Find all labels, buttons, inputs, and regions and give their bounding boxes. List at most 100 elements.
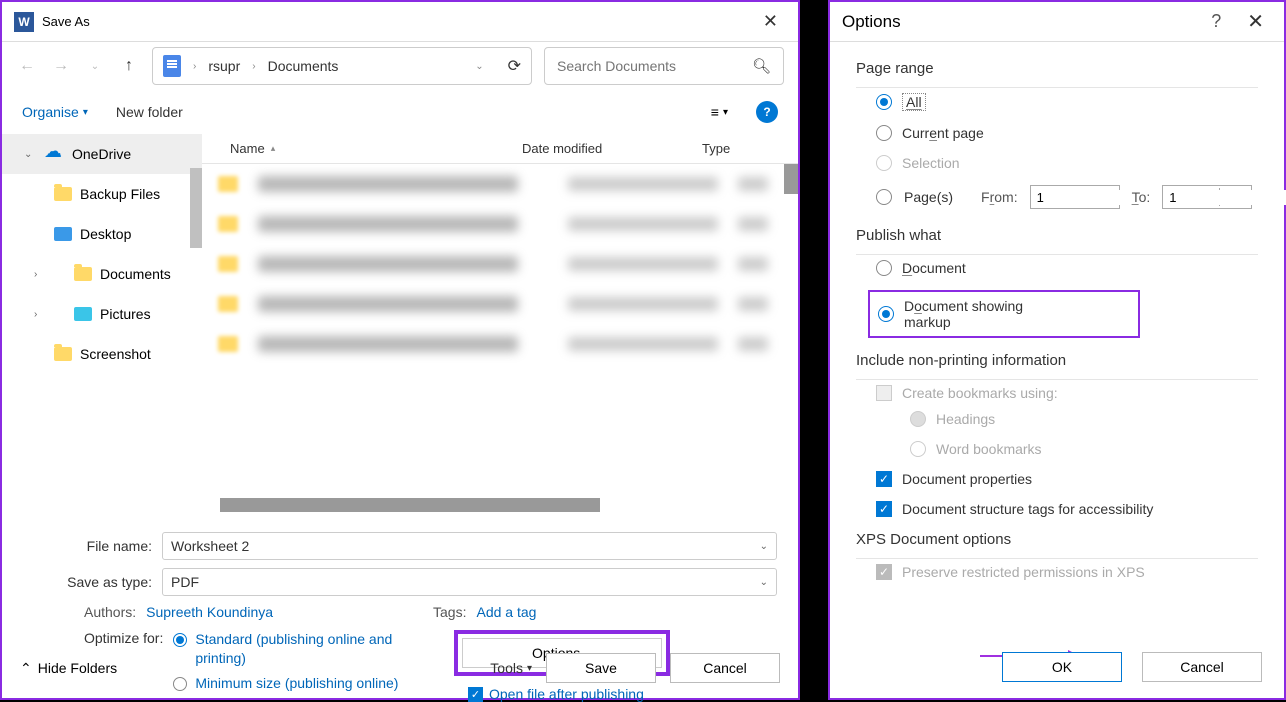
view-options-button[interactable]: ≡ ▾ — [711, 104, 728, 120]
sidebar-item-label: Screenshot — [80, 346, 151, 362]
filename-input[interactable]: Worksheet 2⌄ — [162, 532, 777, 560]
search-box[interactable]: 🔍︎ — [544, 47, 784, 85]
cancel-button[interactable]: Cancel — [670, 653, 780, 683]
folder-tree: ⌄OneDrive Backup Files Desktop › Document… — [2, 134, 202, 520]
preserve-xps-checkbox: ✓Preserve restricted permissions in XPS — [876, 564, 1258, 580]
tags-value[interactable]: Add a tag — [476, 604, 536, 620]
folder-icon — [54, 347, 72, 361]
list-item[interactable] — [202, 324, 798, 364]
save-as-dialog: W Save As ✕ ← → ⌄ ↑ › rsupr › Documents … — [0, 0, 800, 700]
tools-button[interactable]: Tools ▾ — [490, 660, 532, 676]
doc-properties-checkbox[interactable]: ✓Document properties — [876, 471, 1258, 487]
list-item[interactable] — [202, 204, 798, 244]
nav-recent-icon[interactable]: ⌄ — [84, 55, 106, 77]
page-range-all-radio[interactable]: All — [876, 93, 1258, 111]
scrollbar-vertical[interactable] — [784, 164, 798, 194]
nav-forward-icon[interactable]: → — [50, 55, 72, 77]
file-body: ⌄OneDrive Backup Files Desktop › Document… — [2, 134, 798, 520]
sidebar-item-label: Documents — [100, 266, 171, 282]
folder-icon — [74, 267, 92, 281]
authors-value[interactable]: Supreeth Koundinya — [146, 604, 273, 620]
chevron-right-icon: › — [252, 61, 255, 72]
radio-icon — [173, 633, 187, 647]
list-item[interactable] — [202, 164, 798, 204]
close-icon[interactable]: ✕ — [1239, 5, 1272, 38]
to-spinner[interactable]: ▲▼ — [1162, 185, 1252, 209]
help-icon[interactable]: ? — [756, 101, 778, 123]
page-range-selection-radio: Selection — [876, 155, 1258, 171]
bookmarks-headings-radio: Headings — [910, 411, 1258, 427]
column-headers: Name ▴ Date modified Type — [202, 134, 798, 164]
scrollbar-horizontal[interactable] — [220, 498, 600, 512]
sidebar-item-pictures[interactable]: ›Pictures — [2, 294, 202, 334]
sidebar-item-label: Desktop — [80, 226, 131, 242]
chevron-right-icon[interactable]: › — [34, 269, 46, 280]
page-range-current-radio[interactable]: Current page — [876, 125, 1258, 141]
publish-title: Publish what — [856, 227, 1258, 244]
toolbar-row: Organise ▾ New folder ≡ ▾ ? — [2, 90, 798, 134]
document-icon — [163, 55, 181, 77]
options-footer: OK Cancel — [1002, 652, 1262, 682]
nav-back-icon[interactable]: ← — [16, 55, 38, 77]
bookmarks-wordbm-radio: Word bookmarks — [910, 441, 1258, 457]
sidebar-item-label: Backup Files — [80, 186, 160, 202]
sidebar-item-screenshot[interactable]: Screenshot — [2, 334, 202, 374]
column-date[interactable]: Date modified — [522, 141, 702, 156]
column-type[interactable]: Type — [702, 141, 798, 156]
save-as-footer: ⌃Hide Folders Tools ▾ Save Cancel — [2, 648, 798, 688]
hide-folders-button[interactable]: ⌃Hide Folders — [20, 660, 117, 677]
nav-up-icon[interactable]: ↑ — [118, 55, 140, 77]
radio-icon — [876, 260, 892, 276]
chevron-down-icon[interactable]: ⌄ — [24, 149, 36, 160]
radio-icon — [878, 306, 894, 322]
help-icon[interactable]: ? — [1211, 11, 1221, 32]
options-body: Page range All Current page Selection Pa… — [830, 42, 1284, 580]
sidebar-item-documents[interactable]: › Documents — [2, 254, 202, 294]
scrollbar-thumb[interactable] — [190, 168, 202, 248]
ok-button[interactable]: OK — [1002, 652, 1122, 682]
save-button[interactable]: Save — [546, 653, 656, 683]
page-range-pages-radio[interactable]: Page(s) From: ▲▼ To: ▲▼ — [876, 185, 1258, 209]
chevron-up-icon: ⌃ — [20, 660, 32, 677]
breadcrumb-seg[interactable]: rsupr — [208, 58, 240, 74]
column-name[interactable]: Name — [230, 141, 265, 156]
chevron-down-icon[interactable]: ⌄ — [475, 61, 483, 72]
to-input[interactable] — [1163, 190, 1286, 205]
sidebar-item-desktop[interactable]: Desktop — [2, 214, 202, 254]
checkbox-label: Create bookmarks using: — [902, 385, 1058, 401]
search-input[interactable] — [557, 58, 752, 74]
search-icon[interactable]: 🔍︎ — [752, 57, 771, 75]
list-item[interactable] — [202, 244, 798, 284]
checkbox-icon — [876, 385, 892, 401]
radio-icon — [876, 189, 892, 205]
chevron-down-icon[interactable]: ⌄ — [760, 577, 768, 588]
publish-document-radio[interactable]: Document — [876, 260, 1258, 276]
sidebar-item-backup[interactable]: Backup Files — [2, 174, 202, 214]
radio-label: Word bookmarks — [936, 441, 1042, 457]
checkbox-icon: ✓ — [468, 687, 483, 702]
refresh-icon[interactable]: ⟳ — [508, 56, 521, 76]
new-folder-button[interactable]: New folder — [116, 104, 183, 120]
breadcrumb-seg[interactable]: Documents — [268, 58, 339, 74]
savetype-label: Save as type: — [22, 574, 152, 590]
chevron-down-icon[interactable]: ⌄ — [760, 541, 768, 552]
options-titlebar: Options ? ✕ — [830, 2, 1284, 42]
savetype-dropdown[interactable]: PDF⌄ — [162, 568, 777, 596]
checkbox-icon: ✓ — [876, 501, 892, 517]
sidebar-item-onedrive[interactable]: ⌄OneDrive — [2, 134, 202, 174]
publish-markup-highlight: Document showing markup — [868, 290, 1140, 338]
radio-icon — [876, 125, 892, 141]
breadcrumb[interactable]: › rsupr › Documents ⌄ ⟳ — [152, 47, 532, 85]
publish-markup-radio[interactable]: Document showing markup — [878, 298, 1048, 330]
list-item[interactable] — [202, 284, 798, 324]
chevron-right-icon[interactable]: › — [34, 309, 46, 320]
cancel-button[interactable]: Cancel — [1142, 652, 1262, 682]
radio-icon — [876, 94, 892, 110]
close-icon[interactable]: ✕ — [755, 7, 786, 36]
radio-label: Selection — [902, 155, 960, 171]
structure-tags-checkbox[interactable]: ✓Document structure tags for accessibili… — [876, 501, 1258, 517]
from-spinner[interactable]: ▲▼ — [1030, 185, 1120, 209]
checkbox-icon: ✓ — [876, 471, 892, 487]
organise-button[interactable]: Organise ▾ — [22, 104, 88, 120]
save-as-titlebar: W Save As ✕ — [2, 2, 798, 42]
